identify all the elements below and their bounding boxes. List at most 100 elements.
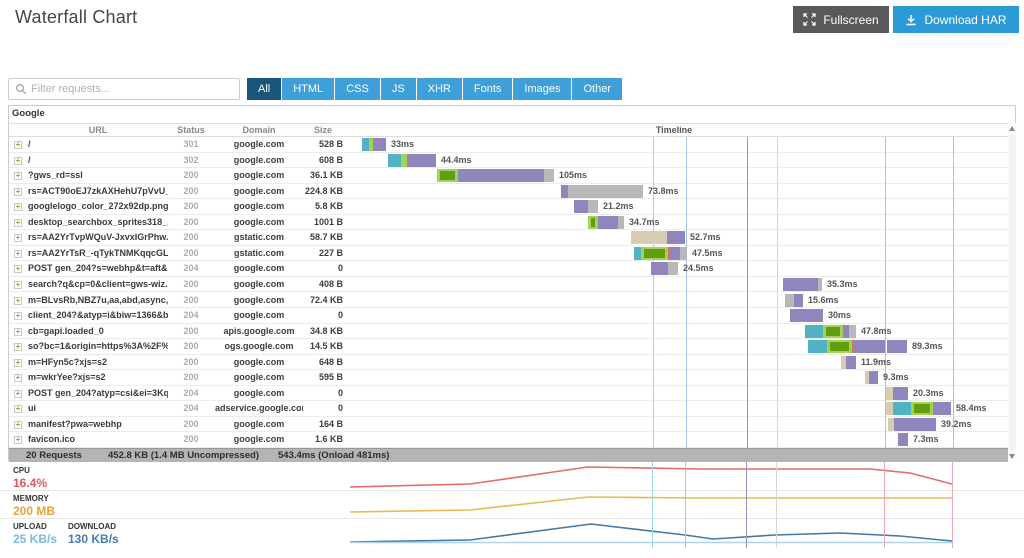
waterfall-bar[interactable]: 44.4ms bbox=[388, 154, 472, 167]
expand-row-icon[interactable]: + bbox=[14, 436, 22, 444]
expand-row-icon[interactable]: + bbox=[14, 188, 22, 196]
scrollbar-track[interactable] bbox=[1009, 135, 1016, 450]
waterfall-bar[interactable]: 105ms bbox=[437, 169, 587, 182]
expand-row-icon[interactable]: + bbox=[14, 421, 22, 429]
expand-row-icon[interactable]: + bbox=[14, 390, 22, 398]
expand-row-icon[interactable]: + bbox=[14, 172, 22, 180]
table-row[interactable]: +m=wkrYee?xjs=s2200google.com595 B9.3ms bbox=[9, 370, 1008, 386]
summary-size: 452.8 KB (1.4 MB Uncompressed) bbox=[108, 450, 259, 461]
waterfall-bar[interactable]: 11.9ms bbox=[841, 356, 891, 369]
expand-row-icon[interactable]: + bbox=[14, 281, 22, 289]
filter-tabs: AllHTMLCSSJSXHRFontsImagesOther bbox=[247, 78, 623, 100]
expand-row-icon[interactable]: + bbox=[14, 234, 22, 242]
request-domain: google.com bbox=[215, 199, 303, 214]
waterfall-bar[interactable]: 24.5ms bbox=[651, 262, 714, 275]
table-row[interactable]: +cb=gapi.loaded_0200apis.google.com34.8 … bbox=[9, 324, 1008, 340]
table-row[interactable]: +/301google.com528 B33ms bbox=[9, 137, 1008, 153]
waterfall-bar[interactable]: 21.2ms bbox=[574, 200, 634, 213]
table-row[interactable]: +rs=ACT90oEJ7zkAXHehU7pVvU_...200google.… bbox=[9, 184, 1008, 200]
waterfall-bar[interactable]: 73.8ms bbox=[561, 185, 679, 198]
expand-row-icon[interactable]: + bbox=[14, 343, 22, 351]
expand-row-icon[interactable]: + bbox=[14, 405, 22, 413]
phase-segment-purple bbox=[783, 278, 818, 291]
waterfall-bar[interactable]: 35.3ms bbox=[783, 278, 858, 291]
status-code: 200 bbox=[167, 184, 215, 199]
column-header-url[interactable]: URL bbox=[28, 125, 168, 135]
column-header-size[interactable]: Size bbox=[303, 125, 343, 135]
table-row[interactable]: +desktop_searchbox_sprites318_...200goog… bbox=[9, 215, 1008, 231]
expand-row-icon[interactable]: + bbox=[14, 312, 22, 320]
expand-row-icon[interactable]: + bbox=[14, 250, 22, 258]
table-row[interactable]: +/302google.com608 B44.4ms bbox=[9, 153, 1008, 169]
request-size: 1.6 KB bbox=[303, 432, 343, 447]
phase-segment-green bbox=[588, 216, 598, 229]
tab-fonts[interactable]: Fonts bbox=[463, 78, 513, 100]
phase-segment-gray bbox=[568, 185, 643, 198]
waterfall-bar[interactable]: 47.5ms bbox=[634, 247, 723, 260]
expand-row-icon[interactable]: + bbox=[14, 374, 22, 382]
expand-row-icon[interactable]: + bbox=[14, 297, 22, 305]
table-row[interactable]: +favicon.ico200google.com1.6 KB7.3ms bbox=[9, 432, 1008, 448]
table-row[interactable]: +?gws_rd=ssl200google.com36.1 KB105ms bbox=[9, 168, 1008, 184]
tab-js[interactable]: JS bbox=[381, 78, 416, 100]
expand-row-icon[interactable]: + bbox=[14, 203, 22, 211]
table-row[interactable]: +POST gen_204?s=webhp&t=aft&...204google… bbox=[9, 261, 1008, 277]
waterfall-bar[interactable]: 89.3ms bbox=[808, 340, 943, 353]
tab-xhr[interactable]: XHR bbox=[417, 78, 462, 100]
table-row[interactable]: +googlelogo_color_272x92dp.png200google.… bbox=[9, 199, 1008, 215]
column-header-domain[interactable]: Domain bbox=[215, 125, 303, 135]
request-domain: google.com bbox=[215, 308, 303, 323]
table-row[interactable]: +search?q&cp=0&client=gws-wiz...200googl… bbox=[9, 277, 1008, 293]
tab-other[interactable]: Other bbox=[572, 78, 622, 100]
expand-row-icon[interactable]: + bbox=[14, 219, 22, 227]
status-code: 200 bbox=[167, 168, 215, 183]
expand-row-icon[interactable]: + bbox=[14, 328, 22, 336]
expand-row-icon[interactable]: + bbox=[14, 359, 22, 367]
column-header-status[interactable]: Status bbox=[167, 125, 215, 135]
expand-row-icon[interactable]: + bbox=[14, 141, 22, 149]
expand-row-icon[interactable]: + bbox=[14, 157, 22, 165]
tab-images[interactable]: Images bbox=[513, 78, 571, 100]
table-row[interactable]: +m=BLvsRb,NBZ7u,aa,abd,async,...200googl… bbox=[9, 293, 1008, 309]
request-duration-label: 105ms bbox=[559, 169, 587, 182]
status-code: 204 bbox=[167, 386, 215, 401]
table-row[interactable]: +ui204adservice.google.com058.4ms bbox=[9, 401, 1008, 417]
fullscreen-button[interactable]: Fullscreen bbox=[793, 6, 889, 33]
waterfall-bar[interactable]: 47.8ms bbox=[805, 325, 892, 338]
download-har-button[interactable]: Download HAR bbox=[893, 6, 1019, 33]
request-size: 0 bbox=[303, 386, 343, 401]
request-domain: apis.google.com bbox=[215, 324, 303, 339]
tab-html[interactable]: HTML bbox=[282, 78, 334, 100]
waterfall-bar[interactable]: 58.4ms bbox=[886, 402, 987, 415]
waterfall-bar[interactable]: 33ms bbox=[362, 138, 414, 151]
table-row[interactable]: +rs=AA2YrTsR_-qTykTNMKqqcGL...200gstatic… bbox=[9, 246, 1008, 262]
table-row[interactable]: +so?bc=1&origin=https%3A%2F%...200ogs.go… bbox=[9, 339, 1008, 355]
waterfall-table: Google URL Status Domain Size Timeline +… bbox=[8, 105, 1016, 461]
request-size: 58.7 KB bbox=[303, 230, 343, 245]
waterfall-bar[interactable]: 9.3ms bbox=[865, 371, 909, 384]
expand-row-icon[interactable]: + bbox=[14, 265, 22, 273]
waterfall-bar[interactable]: 7.3ms bbox=[898, 433, 939, 446]
waterfall-bar[interactable]: 20.3ms bbox=[886, 387, 944, 400]
table-row[interactable]: +m=HFyn5c?xjs=s2200google.com648 B11.9ms bbox=[9, 355, 1008, 371]
waterfall-bar[interactable]: 30ms bbox=[790, 309, 851, 322]
scroll-down-icon[interactable] bbox=[1009, 454, 1015, 459]
tab-css[interactable]: CSS bbox=[335, 78, 380, 100]
scroll-up-icon[interactable] bbox=[1009, 126, 1015, 131]
waterfall-bar[interactable]: 52.7ms bbox=[631, 231, 721, 244]
request-domain: google.com bbox=[215, 168, 303, 183]
request-domain: google.com bbox=[215, 215, 303, 230]
phase-segment-darkgreen bbox=[830, 342, 849, 351]
table-row[interactable]: +rs=AA2YrTvpWQuV-JxvxIGrPhw...200gstatic… bbox=[9, 230, 1008, 246]
cpu-value: 16.4% bbox=[13, 476, 47, 490]
vertical-scrollbar[interactable] bbox=[1008, 123, 1017, 462]
table-row[interactable]: +POST gen_204?atyp=csi&ei=3Kq...204googl… bbox=[9, 386, 1008, 402]
table-row[interactable]: +client_204?&atyp=i&biw=1366&b...204goog… bbox=[9, 308, 1008, 324]
table-row[interactable]: +manifest?pwa=webhp200google.com164 B39.… bbox=[9, 417, 1008, 433]
waterfall-bar[interactable]: 15.6ms bbox=[785, 294, 839, 307]
tab-all[interactable]: All bbox=[247, 78, 281, 100]
usage-line-cpu bbox=[350, 467, 952, 487]
waterfall-bar[interactable]: 34.7ms bbox=[588, 216, 660, 229]
filter-input[interactable] bbox=[31, 80, 239, 98]
waterfall-bar[interactable]: 39.2ms bbox=[888, 418, 972, 431]
